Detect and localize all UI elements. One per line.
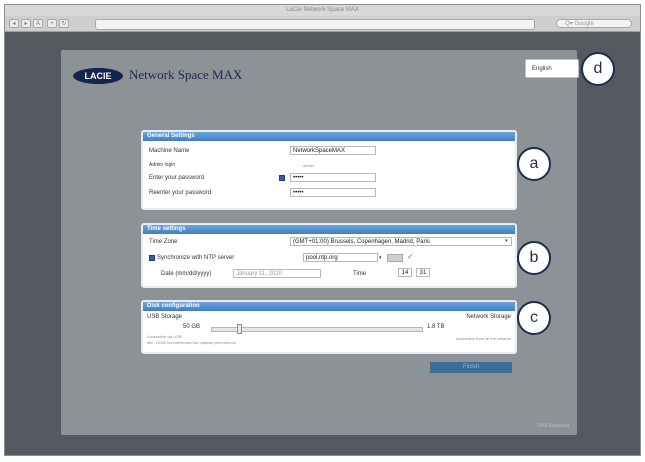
finish-button[interactable]: Finish [430,362,512,373]
network-size: 1.8 TB [427,324,445,330]
nas-assistant-panel: LACIE Network Space MAX English General … [61,50,579,435]
product-name: Network Space MAX [129,67,243,82]
usb-storage-label: USB Storage [147,314,183,320]
network-hint: Accessible from all the network [455,336,511,341]
reload-icon[interactable]: ↻ [59,19,69,28]
chevron-down-icon: ▾ [505,238,508,244]
callout-a: a [517,147,551,181]
ntp-test-button[interactable] [387,254,403,262]
section-title: Time settings [143,225,515,234]
callout-b: b [517,241,551,275]
ntp-label: Synchronize with NTP server [157,255,235,261]
slider-handle[interactable] [237,324,242,334]
section-title: General Settings [143,132,515,141]
section-title: Disk configuration [143,302,515,311]
admin-login-value: admin [303,163,314,168]
password-valid-checkbox[interactable] [279,175,285,181]
forward-button[interactable]: ▸ [21,19,31,28]
ntp-server-select[interactable]: pool.ntp.org [303,253,378,262]
timezone-select[interactable]: (GMT+01:00) Brussels, Copenhagen, Madrid… [290,237,512,246]
network-storage-label: Network Storage [466,314,511,320]
browser-toolbar: ◂ ▸ A + ↻ Q▾ Google [5,16,640,32]
date-label: Date (mm/dd/yyyy) [161,271,212,277]
time-label: Time [353,271,367,277]
usb-hint: Accessible via USB [147,334,182,339]
text-size-button[interactable]: A [33,19,43,28]
password-label: Enter your password [149,175,205,181]
checkmark-icon: ✓ [407,252,414,261]
usb-size: 50 GB [183,324,201,330]
machine-name-label: Machine Name [149,148,190,154]
chevron-down-icon: ▾ [379,255,382,261]
password-field[interactable]: ••••• [290,173,376,182]
callout-d: d [581,52,615,86]
hour-stepper[interactable]: 14 [398,268,412,277]
address-bar[interactable] [95,19,535,30]
storage-slider[interactable] [211,324,423,334]
admin-login-label: Admin login [149,162,176,168]
time-settings-section: Time settings Time Zone (GMT+01:00) Brus… [141,223,517,288]
language-select[interactable]: English [525,59,579,78]
add-icon[interactable]: + [47,19,57,28]
reenter-password-field[interactable]: ••••• [290,188,376,197]
browser-window: LaCie Network Space MAX ◂ ▸ A + ↻ Q▾ Goo… [4,4,641,456]
timezone-label: Time Zone [149,239,178,245]
general-settings-section: General Settings Machine Name NetworkSpa… [141,130,517,210]
usb-hint-min: Min. 10GB recommended for optimal perfor… [147,340,236,345]
machine-name-field[interactable]: NetworkSpaceMAX [290,146,376,155]
ntp-checkbox[interactable] [149,255,155,261]
date-field[interactable]: January 11, 2010 [233,269,321,278]
callout-c: c [517,301,551,335]
back-button[interactable]: ◂ [9,19,19,28]
lacie-logo: LACIE [73,68,123,84]
search-input[interactable]: Q▾ Google [556,19,632,28]
minute-stepper[interactable]: 31 [416,268,430,277]
reenter-password-label: Reenter your password [149,190,212,196]
footer-note: NAS Assistant [537,423,569,429]
disk-configuration-section: Disk configuration USB Storage Network S… [141,300,517,354]
